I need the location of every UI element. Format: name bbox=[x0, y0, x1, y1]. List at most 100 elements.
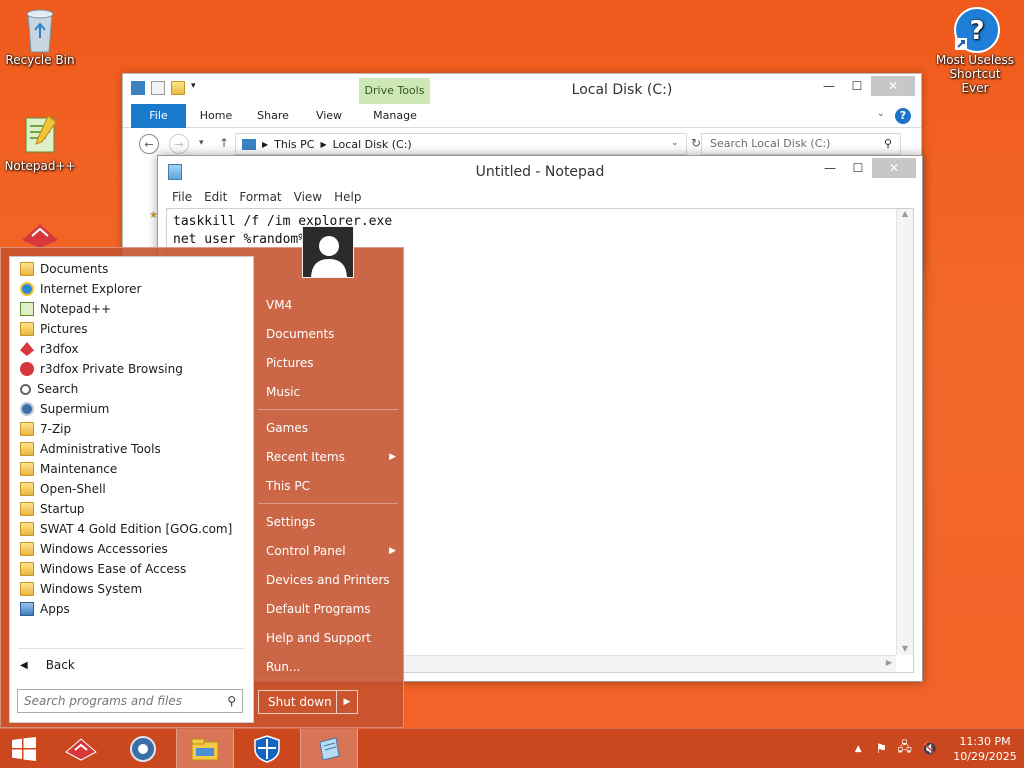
menu-format[interactable]: Format bbox=[233, 190, 287, 204]
place-recent-items[interactable]: Recent Items ▶ bbox=[266, 447, 396, 467]
place-settings[interactable]: Settings bbox=[266, 512, 396, 532]
program-item[interactable]: 7-Zip bbox=[10, 419, 253, 439]
program-item[interactable]: r3dfox bbox=[10, 339, 253, 359]
notepad-titlebar[interactable]: Untitled - Notepad — ☐ ✕ bbox=[158, 156, 922, 187]
close-icon[interactable]: ✕ bbox=[871, 76, 915, 96]
show-hidden-icons-icon[interactable]: ▲ bbox=[855, 744, 862, 754]
refresh-icon[interactable]: ↻ bbox=[691, 136, 701, 150]
place-run[interactable]: Run... bbox=[266, 657, 396, 677]
program-label: Supermium bbox=[40, 402, 110, 416]
scroll-right-icon[interactable]: ▶ bbox=[886, 658, 892, 667]
submenu-arrow-icon: ▶ bbox=[389, 546, 396, 556]
program-item[interactable]: Apps bbox=[10, 599, 253, 619]
breadcrumb-this-pc[interactable]: This PC bbox=[274, 138, 314, 151]
forward-arrow-icon[interactable]: → bbox=[169, 134, 189, 154]
user-avatar[interactable] bbox=[302, 226, 354, 278]
program-item[interactable]: SWAT 4 Gold Edition [GOG.com] bbox=[10, 519, 253, 539]
volume-icon[interactable]: 🔇 bbox=[922, 742, 938, 757]
tab-file[interactable]: File bbox=[131, 104, 186, 128]
tab-home[interactable]: Home bbox=[193, 104, 239, 128]
place-default-programs[interactable]: Default Programs bbox=[266, 599, 396, 619]
menu-edit[interactable]: Edit bbox=[198, 190, 233, 204]
program-item[interactable]: Internet Explorer bbox=[10, 279, 253, 299]
program-item[interactable]: Windows Accessories bbox=[10, 539, 253, 559]
scroll-up-icon[interactable]: ▲ bbox=[897, 209, 913, 218]
close-icon[interactable]: ✕ bbox=[872, 158, 916, 178]
place-music[interactable]: Music bbox=[266, 382, 396, 402]
program-item[interactable]: Open-Shell bbox=[10, 479, 253, 499]
ribbon-expand-icon[interactable]: ⌄ bbox=[877, 108, 885, 119]
program-label: Maintenance bbox=[40, 462, 118, 476]
program-item[interactable]: Documents bbox=[10, 259, 253, 279]
start-menu: Documents Internet Explorer Notepad++ Pictu… bbox=[0, 247, 404, 728]
program-item[interactable]: Supermium bbox=[10, 399, 253, 419]
tab-view[interactable]: View bbox=[307, 104, 351, 128]
shutdown-button[interactable]: Shut down ▶ bbox=[258, 690, 358, 714]
place-pictures[interactable]: Pictures bbox=[266, 353, 396, 373]
minimize-icon[interactable]: — bbox=[815, 76, 843, 96]
program-item[interactable]: Search bbox=[10, 379, 253, 399]
place-games[interactable]: Games bbox=[266, 418, 396, 438]
place-user[interactable]: VM4 bbox=[266, 295, 396, 315]
program-item[interactable]: Pictures bbox=[10, 319, 253, 339]
place-documents[interactable]: Documents bbox=[266, 324, 396, 344]
program-item[interactable]: r3dfox Private Browsing bbox=[10, 359, 253, 379]
desktop-icon-notepadpp[interactable]: Notepad++ bbox=[0, 112, 80, 173]
program-item[interactable]: Notepad++ bbox=[10, 299, 253, 319]
desktop-icon-most-useless[interactable]: ? Most Useless Shortcut Ever bbox=[935, 6, 1015, 95]
program-label: SWAT 4 Gold Edition [GOG.com] bbox=[40, 522, 233, 536]
divider bbox=[258, 503, 398, 504]
desktop-icon-recycle-bin[interactable]: Recycle Bin bbox=[0, 6, 80, 67]
back-arrow-icon[interactable]: ← bbox=[139, 134, 159, 154]
start-button[interactable] bbox=[0, 729, 48, 768]
menu-help[interactable]: Help bbox=[328, 190, 367, 204]
program-item[interactable]: Maintenance bbox=[10, 459, 253, 479]
folder-icon bbox=[20, 522, 34, 536]
program-item[interactable]: Windows Ease of Access bbox=[10, 559, 253, 579]
up-arrow-icon[interactable]: ↑ bbox=[219, 136, 229, 150]
notepad-content[interactable]: taskkill /f /im explorer.exe net user %ra… bbox=[173, 213, 392, 249]
explorer-titlebar[interactable]: ▾ Drive Tools Local Disk (C:) — ☐ ✕ bbox=[123, 74, 921, 104]
maximize-icon[interactable]: ☐ bbox=[843, 76, 871, 96]
submenu-arrow-icon: ▶ bbox=[389, 452, 396, 462]
action-center-flag-icon[interactable]: ⚑ bbox=[876, 742, 888, 757]
program-item[interactable]: Administrative Tools bbox=[10, 439, 253, 459]
program-item[interactable]: Windows System bbox=[10, 579, 253, 599]
taskbar-file-explorer[interactable] bbox=[176, 729, 234, 768]
shutdown-options-arrow-icon[interactable]: ▶ bbox=[337, 691, 357, 713]
clock[interactable]: 11:30 PM 10/29/2025 bbox=[946, 734, 1024, 764]
tab-manage[interactable]: Manage bbox=[360, 104, 430, 128]
minimize-icon[interactable]: — bbox=[816, 158, 844, 178]
program-label: Pictures bbox=[40, 322, 88, 336]
address-dropdown-icon[interactable]: ⌄ bbox=[671, 138, 679, 148]
taskbar-r3dfox[interactable] bbox=[52, 729, 110, 768]
program-item[interactable]: Startup bbox=[10, 499, 253, 519]
back-button[interactable]: ◀ Back bbox=[20, 655, 75, 675]
search-icon: ⚲ bbox=[227, 694, 236, 708]
start-search-input[interactable]: Search programs and files ⚲ bbox=[17, 689, 243, 713]
taskbar-notepad[interactable] bbox=[300, 729, 358, 768]
programs-list: Documents Internet Explorer Notepad++ Pictu… bbox=[10, 257, 253, 619]
help-icon[interactable]: ? bbox=[895, 108, 911, 124]
recent-locations-icon[interactable]: ▾ bbox=[199, 138, 204, 148]
tab-share[interactable]: Share bbox=[251, 104, 295, 128]
vertical-scrollbar[interactable]: ▲ ▼ bbox=[896, 209, 913, 655]
address-bar[interactable]: ▶ This PC ▶ Local Disk (C:) bbox=[235, 133, 687, 155]
file-explorer-icon bbox=[191, 738, 219, 761]
desktop-icon-r3dfox-partial[interactable] bbox=[0, 218, 80, 248]
place-control-panel[interactable]: Control Panel ▶ bbox=[266, 541, 396, 561]
place-devices-printers[interactable]: Devices and Printers bbox=[266, 570, 396, 590]
network-icon[interactable]: 🖧 bbox=[897, 738, 912, 760]
taskbar-supermium[interactable] bbox=[114, 729, 172, 768]
place-this-pc[interactable]: This PC bbox=[266, 476, 396, 496]
maximize-icon[interactable]: ☐ bbox=[844, 158, 872, 178]
scroll-down-icon[interactable]: ▼ bbox=[897, 644, 913, 653]
taskbar-defender[interactable] bbox=[238, 729, 296, 768]
user-silhouette-icon bbox=[311, 236, 347, 277]
place-help-support[interactable]: Help and Support bbox=[266, 628, 396, 648]
folder-icon bbox=[20, 262, 34, 276]
explorer-search-input[interactable]: Search Local Disk (C:) ⚲ bbox=[701, 133, 901, 155]
menu-file[interactable]: File bbox=[166, 190, 198, 204]
menu-view[interactable]: View bbox=[288, 190, 328, 204]
breadcrumb-local-disk[interactable]: Local Disk (C:) bbox=[333, 138, 412, 151]
